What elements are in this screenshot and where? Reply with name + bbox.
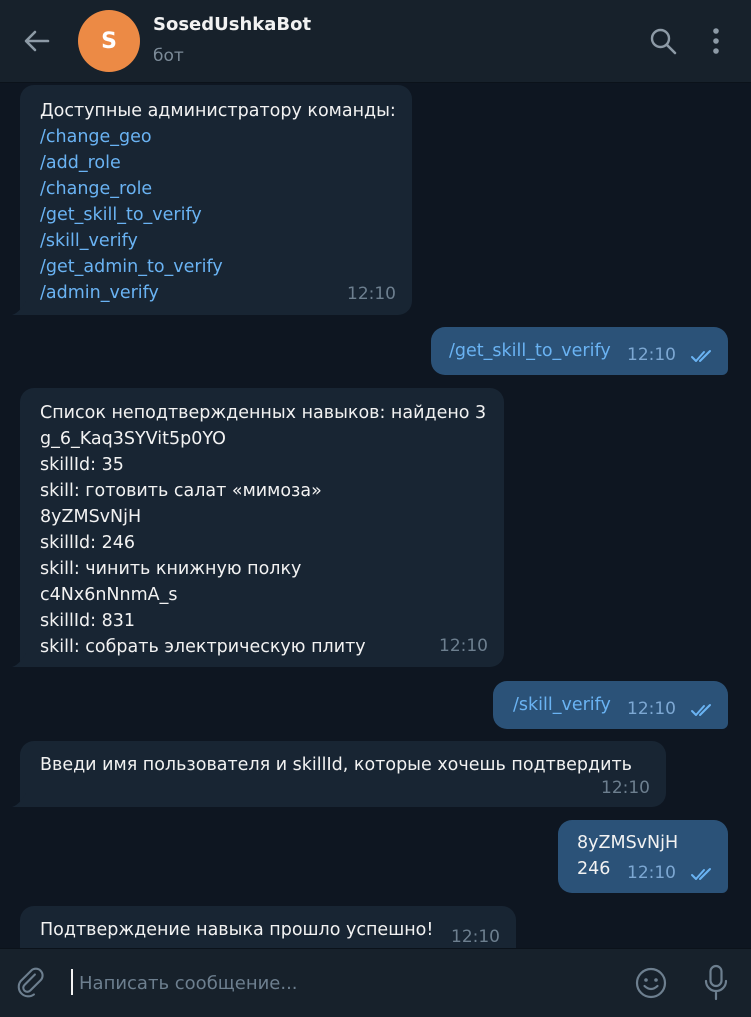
message-time: 12:10 [627,699,676,719]
message-text: c4Nx6nNnmA_s [40,585,178,605]
read-checkmarks-icon [691,704,711,716]
message-text: skill: чинить книжную полку [40,559,302,579]
incoming-message[interactable]: Подтверждение навыка прошло успешно! 12:… [20,906,516,948]
command-link-change-role[interactable]: /change_role [40,176,392,202]
message-text[interactable]: /skill_verify [513,695,611,715]
message-composer [0,948,751,1017]
bubble-tail [12,793,26,807]
message-time: 12:10 [627,345,676,365]
message-text: 8yZMSvNjH [577,833,679,853]
read-checkmarks-icon [691,350,711,362]
microphone-icon[interactable] [702,964,730,1002]
chat-title[interactable]: SosedUshkaBot [153,14,311,35]
message-text: skillId: 35 [40,455,124,475]
message-text: skillId: 831 [40,611,135,631]
search-icon[interactable] [648,26,678,56]
command-link-skill-verify[interactable]: /skill_verify [40,228,392,254]
bubble-tail [12,301,26,315]
message-text: Подтверждение навыка прошло успешно! [40,920,434,940]
message-text: Список неподтвержденных навыков: найдено… [40,403,487,423]
incoming-message[interactable]: Введи имя пользователя и skillId, которы… [20,741,666,807]
arrow-left-icon[interactable] [20,24,54,58]
message-text: Доступные администратору команды: [40,101,396,121]
incoming-message[interactable]: Доступные администратору команды: /chang… [20,85,412,315]
message-time: 12:10 [627,863,676,883]
avatar[interactable]: S [78,10,140,72]
more-vertical-icon[interactable] [704,26,728,56]
smile-icon[interactable] [634,966,668,1000]
message-text: skillId: 246 [40,533,135,553]
message-time: 12:10 [439,636,488,656]
outgoing-message[interactable]: /get_skill_to_verify 12:10 [431,327,728,375]
command-link-admin-verify[interactable]: /admin_verify [40,280,392,306]
outgoing-message[interactable]: /skill_verify 12:10 [493,681,728,729]
message-time: 12:10 [451,927,500,947]
bubble-tail [12,653,26,667]
message-time: 12:10 [347,284,396,304]
incoming-message[interactable]: Список неподтвержденных навыков: найдено… [20,388,504,667]
message-time: 12:10 [601,778,650,798]
message-text: Введи имя пользователя и skillId, которы… [40,755,632,775]
chat-status: бот [153,46,184,66]
message-text: skill: готовить салат «мимоза» [40,481,322,501]
chat-header: S SosedUshkaBot бот [0,0,751,83]
message-text[interactable]: /get_skill_to_verify [449,341,611,361]
message-input[interactable] [77,967,621,999]
command-link-change-geo[interactable]: /change_geo [40,124,392,150]
command-link-get-skill-to-verify[interactable]: /get_skill_to_verify [40,202,392,228]
paperclip-icon[interactable] [16,967,50,1001]
message-text: 8yZMSvNjH [40,507,142,527]
read-checkmarks-icon [691,868,711,880]
outgoing-message[interactable]: 8yZMSvNjH 246 12:10 [558,820,728,893]
command-link-get-admin-to-verify[interactable]: /get_admin_to_verify [40,254,392,280]
message-text: g_6_Kaq3SYVit5p0YO [40,429,226,449]
text-cursor [71,969,73,995]
command-link-add-role[interactable]: /add_role [40,150,392,176]
message-text: skill: собрать электрическую плиту [40,637,366,657]
message-list[interactable]: Доступные администратору команды: /chang… [0,83,751,948]
